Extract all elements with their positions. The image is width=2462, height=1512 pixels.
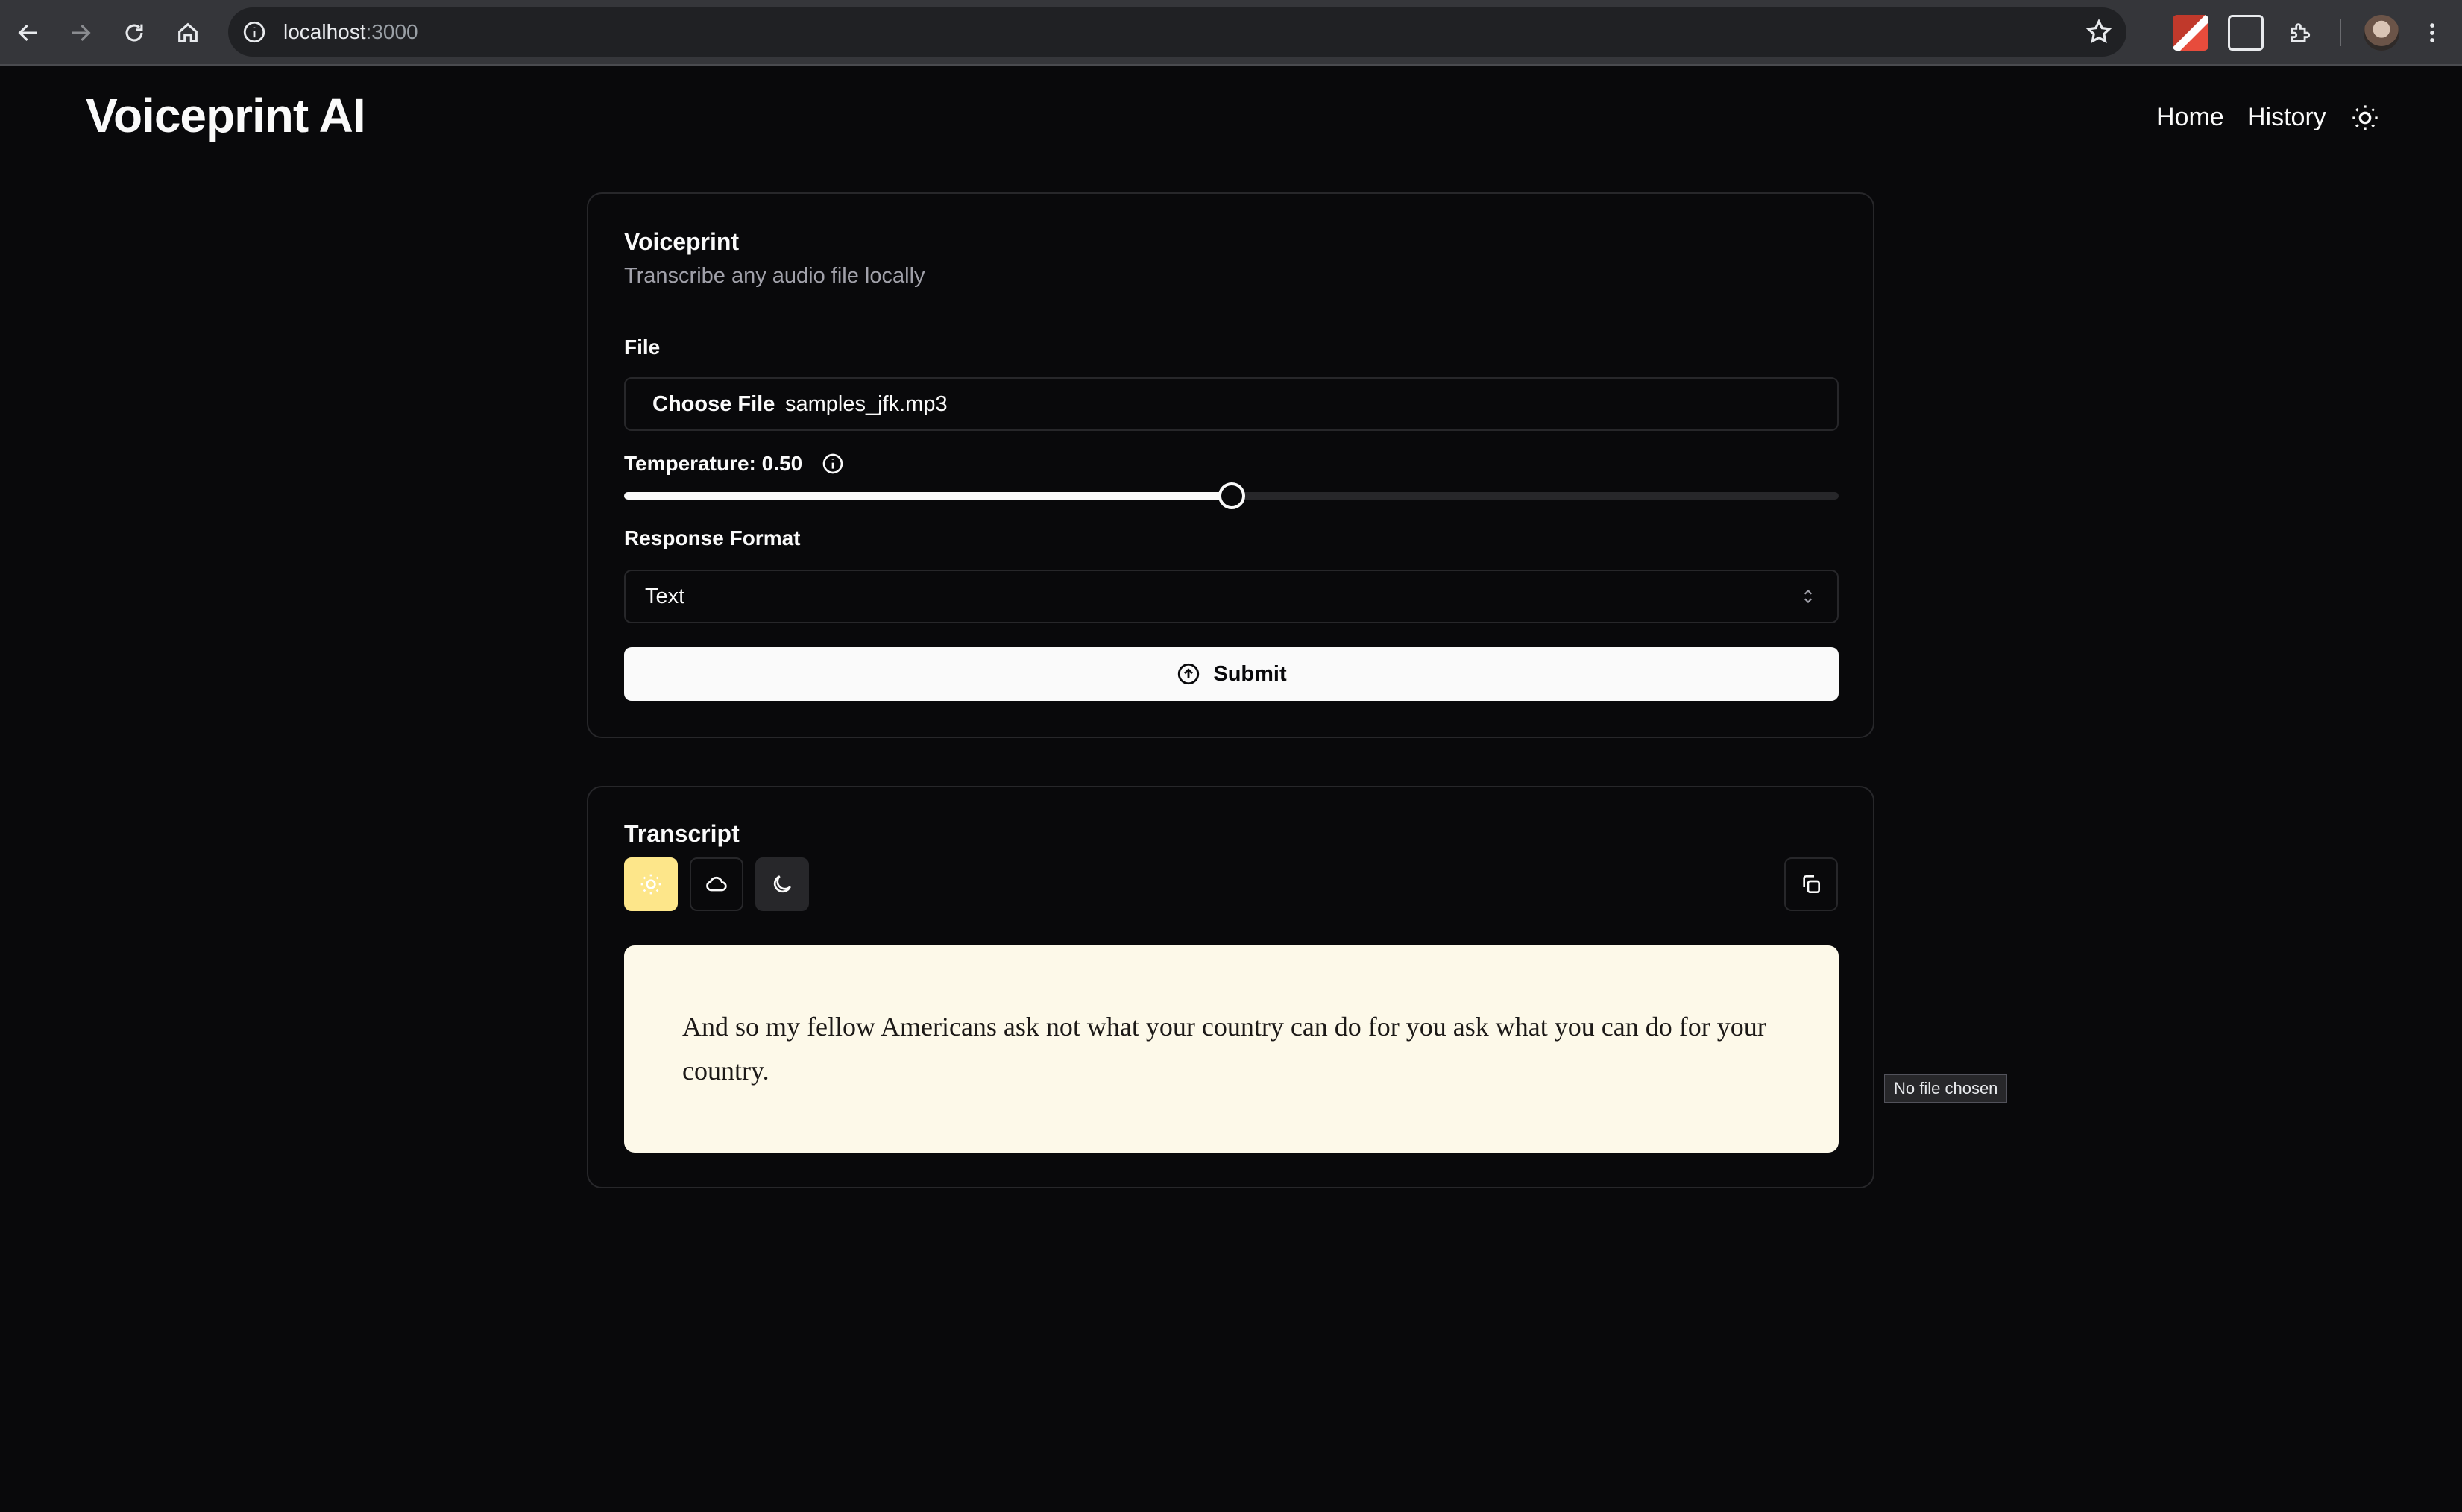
transcript-box: And so my fellow Americans ask not what … [624, 945, 1839, 1153]
sun-icon [640, 874, 661, 895]
browser-toolbar: localhost:3000 [0, 0, 2462, 66]
temperature-slider-fill [624, 492, 1232, 500]
reload-icon[interactable] [115, 13, 154, 52]
chevron-up-down-icon [1804, 589, 1813, 604]
home-icon[interactable] [169, 13, 207, 52]
copy-icon [1803, 875, 1820, 893]
file-label: File [624, 336, 661, 359]
browser-menu-icon[interactable] [2413, 13, 2452, 52]
choose-file-button[interactable]: Choose File [652, 379, 775, 429]
copy-button[interactable] [1784, 857, 1838, 911]
bookmark-star-icon[interactable] [2085, 18, 2113, 46]
form-card-title: Voiceprint [624, 228, 740, 255]
temperature-info-icon[interactable] [821, 452, 845, 476]
upload-circle-icon [1178, 663, 1200, 685]
forward-icon[interactable] [61, 13, 100, 52]
profile-avatar[interactable] [2364, 15, 2399, 51]
submit-label: Submit [1213, 661, 1287, 686]
extension-pdf-icon[interactable] [2173, 15, 2208, 51]
form-card-description: Transcribe any audio file locally [624, 264, 925, 288]
cloud-icon [706, 876, 727, 892]
moon-icon [773, 875, 791, 893]
nav-home-link[interactable]: Home [2156, 103, 2224, 132]
nav-history-link[interactable]: History [2247, 103, 2326, 132]
temperature-slider-thumb[interactable] [1218, 482, 1245, 509]
submit-button[interactable]: Submit [624, 647, 1839, 701]
extension-screenshot-icon[interactable] [2228, 15, 2264, 51]
transcript-card: Transcript And so my fellow Americans as… [587, 786, 1874, 1188]
address-bar[interactable]: localhost:3000 [228, 7, 2126, 57]
file-input[interactable]: Choose File samples_jfk.mp3 [624, 377, 1839, 431]
response-format-select[interactable]: Text [624, 570, 1839, 623]
voiceprint-form-card: Voiceprint Transcribe any audio file loc… [587, 192, 1874, 738]
extensions-puzzle-icon[interactable] [2280, 13, 2319, 52]
temperature-slider[interactable] [624, 482, 1839, 509]
transcript-text: And so my fellow Americans ask not what … [682, 1012, 1766, 1086]
site-info-icon[interactable] [242, 19, 267, 45]
selected-file-name: samples_jfk.mp3 [785, 392, 948, 416]
url-host: localhost [283, 20, 366, 43]
app-brand[interactable]: Voiceprint AI [86, 88, 366, 143]
temperature-label: Temperature: 0.50 [624, 452, 803, 475]
light-theme-button[interactable] [624, 857, 678, 911]
dark-theme-button[interactable] [755, 857, 809, 911]
response-format-value: Text [645, 585, 685, 608]
file-input-tooltip: No file chosen [1884, 1074, 2008, 1103]
toolbar-divider [2340, 19, 2341, 46]
response-format-label: Response Format [624, 526, 801, 549]
url-text[interactable]: localhost:3000 [283, 7, 418, 57]
back-icon[interactable] [9, 13, 48, 52]
transcript-card-title: Transcript [624, 820, 740, 847]
theme-toggle-sun-icon[interactable] [2350, 103, 2380, 133]
cloud-theme-button[interactable] [690, 857, 743, 911]
url-port: :3000 [365, 20, 418, 43]
